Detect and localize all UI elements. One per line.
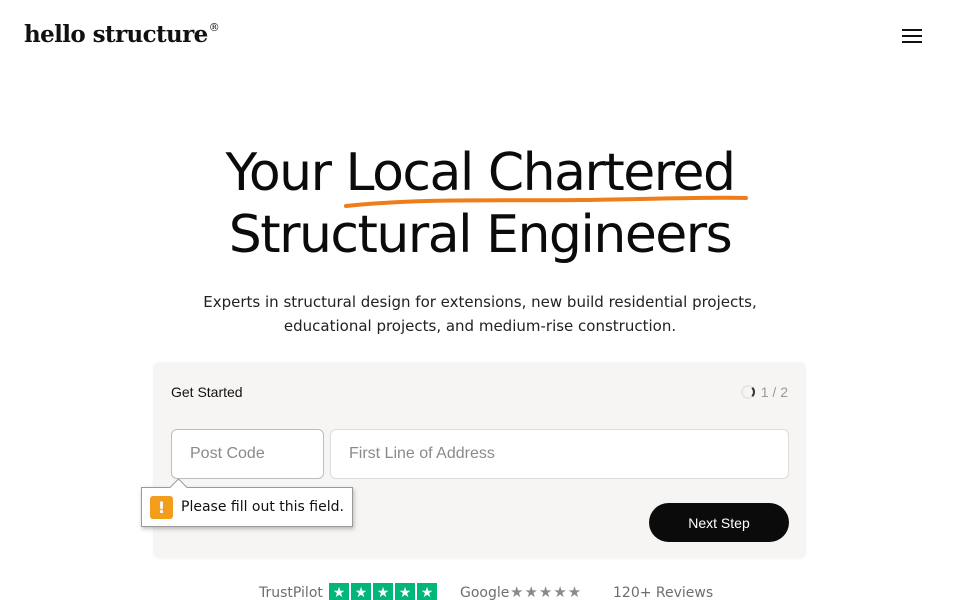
trustpilot-star-icon: ★	[351, 583, 371, 600]
next-step-button[interactable]: Next Step	[649, 503, 789, 542]
reviews-count[interactable]: 120+ Reviews	[613, 585, 713, 600]
form-title: Get Started	[171, 384, 243, 400]
validation-tooltip: ! Please fill out this field.	[141, 487, 353, 527]
hero-title: Your Local Chartered Structural Engineer…	[0, 142, 960, 266]
postcode-input[interactable]: Post Code	[171, 429, 324, 479]
google-label[interactable]: Google	[460, 585, 509, 600]
step-count: 1 / 2	[760, 384, 788, 400]
hero-title-prefix: Your	[225, 143, 346, 203]
trustpilot-star-icon: ★	[373, 583, 393, 600]
trustpilot-stars: ★ ★ ★ ★ ★	[329, 583, 437, 600]
hamburger-menu-icon[interactable]	[898, 24, 926, 48]
trustpilot-star-icon: ★	[329, 583, 349, 600]
registered-mark: ®	[208, 21, 220, 35]
validation-message: Please fill out this field.	[181, 499, 344, 515]
loading-spinner-icon	[740, 385, 755, 399]
reviews-bar: TrustPilot ★ ★ ★ ★ ★ Google ★★★★★ 120+ Revie…	[0, 582, 960, 600]
get-started-form: Get Started 1 / 2 Post Code First Line o…	[153, 362, 806, 558]
logo[interactable]: hello structure®	[24, 21, 220, 48]
underline-stroke-icon	[343, 195, 748, 208]
trustpilot-label[interactable]: TrustPilot	[259, 585, 323, 600]
address-input[interactable]: First Line of Address	[330, 429, 789, 479]
warning-icon: !	[150, 495, 173, 519]
trustpilot-star-icon: ★	[395, 583, 415, 600]
site-header: hello structure®	[0, 0, 960, 72]
hero-subtitle: Experts in structural design for extensi…	[203, 293, 757, 335]
trustpilot-star-icon: ★	[417, 583, 437, 600]
hero-title-line2: Structural Engineers	[228, 205, 733, 265]
google-stars-icon: ★★★★★	[510, 583, 583, 600]
hero-title-highlight: Local Chartered	[343, 142, 748, 208]
step-indicator: 1 / 2	[740, 384, 788, 400]
